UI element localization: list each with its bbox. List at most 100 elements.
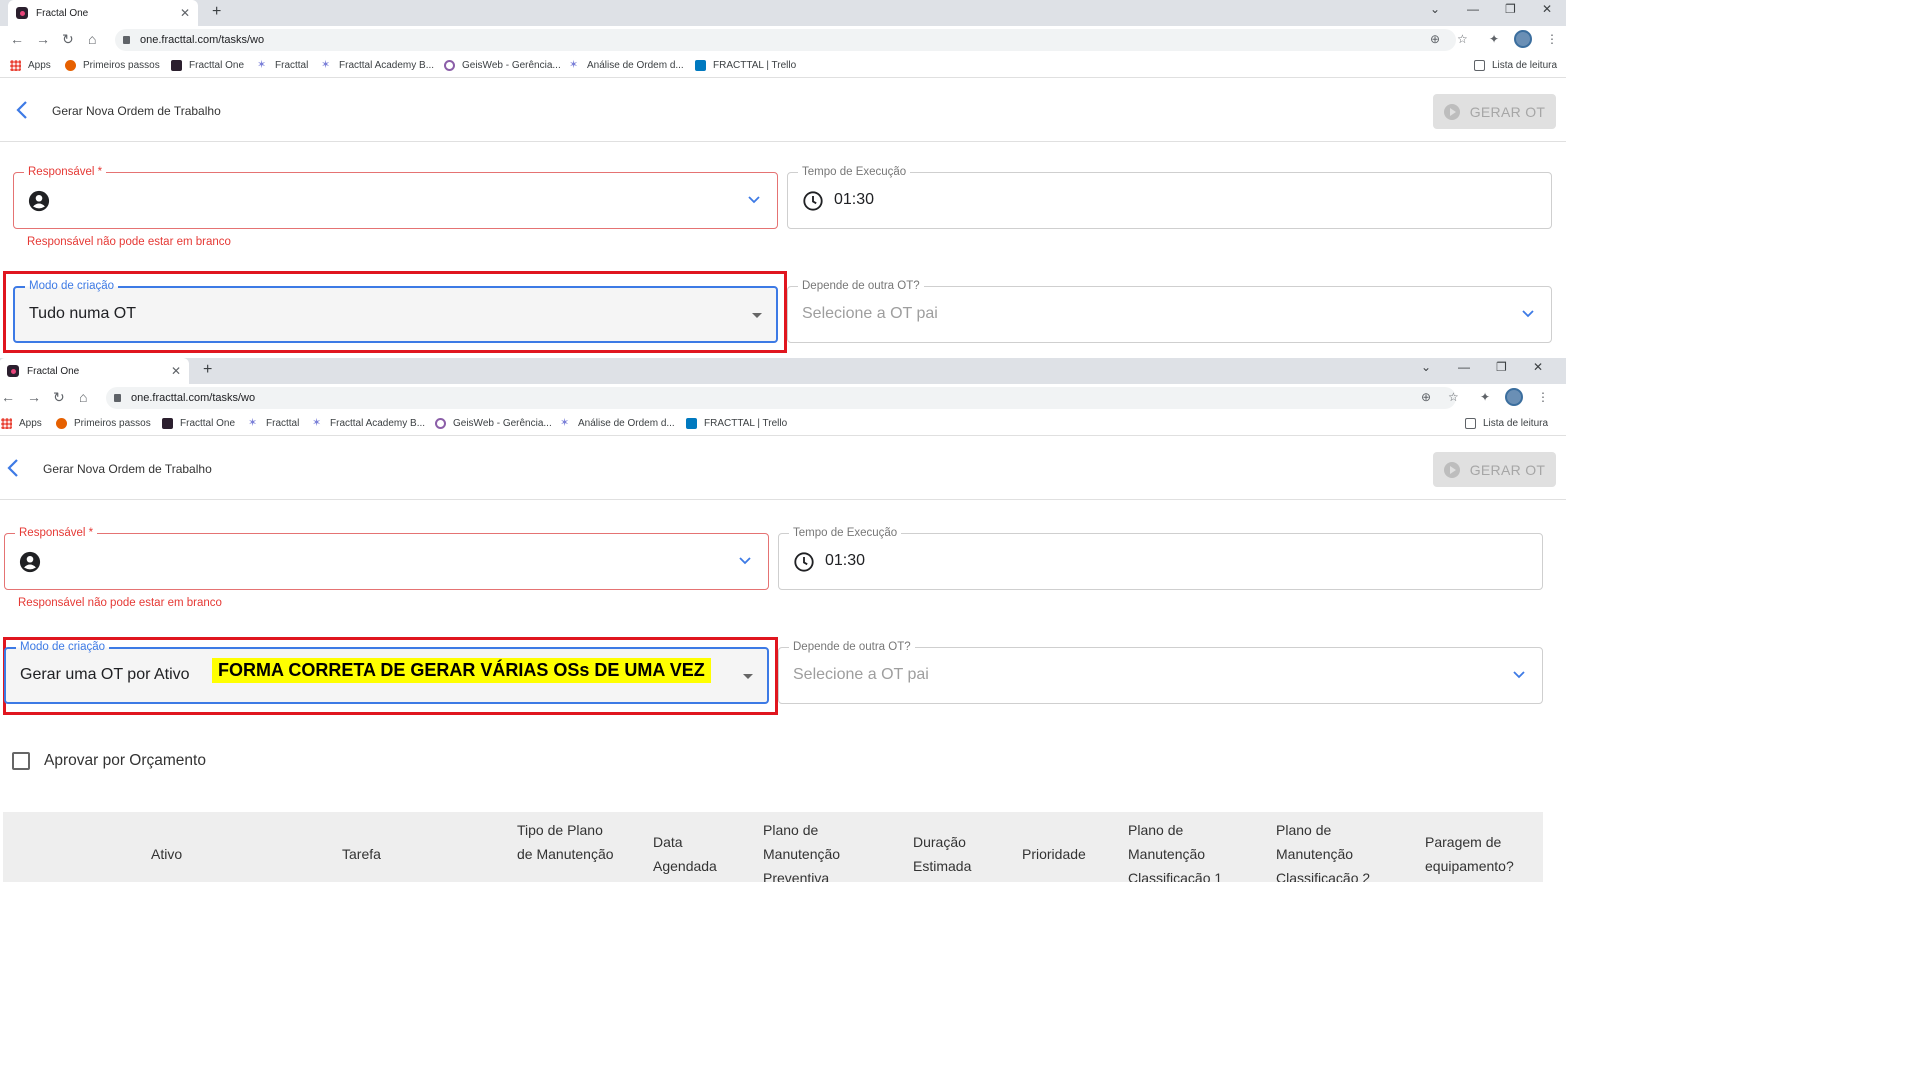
reading-list[interactable]: Lista de leitura [1465, 418, 1548, 429]
responsavel-select[interactable]: Responsável * [13, 165, 778, 229]
tempo-execucao-field[interactable]: Tempo de Execução 01:30 [778, 526, 1543, 590]
page-title: Gerar Nova Ordem de Trabalho [43, 462, 212, 476]
aprovar-orcamento-checkbox-row[interactable]: Aprovar por Orçamento [12, 752, 206, 770]
depende-ot-select[interactable]: Depende de outra OT? Selecione a OT pai [787, 279, 1552, 343]
column-header-classificacao-1[interactable]: Plano de Manutenção Classificação 1 [1128, 818, 1233, 882]
bookmark-fracttal-academy[interactable]: ✶ Fracttal Academy B... [321, 60, 434, 72]
column-header-prioridade[interactable]: Prioridade [1022, 842, 1086, 866]
back-arrow-icon[interactable]: ← [10, 31, 24, 47]
minimize-icon[interactable]: — [1458, 360, 1470, 374]
column-header-plano-preventiva[interactable]: Plano de Manutenção Preventiva [763, 818, 863, 882]
responsavel-select[interactable]: Responsável * [4, 526, 769, 590]
screenshot-bottom: Fractal One ✕ + ⌄ — ❐ ✕ ← → ↻ ⌂ one.frac… [0, 358, 1566, 882]
zoom-icon[interactable]: ⊕ [1421, 390, 1431, 404]
aprovar-orcamento-label: Aprovar por Orçamento [44, 752, 206, 769]
chevron-down-icon[interactable] [1512, 668, 1526, 682]
bookmark-primeiros-passos[interactable]: Primeiros passos [56, 418, 151, 429]
column-header-duracao[interactable]: Duração Estimada [913, 830, 983, 878]
bookmark-analise[interactable]: ✶ Análise de Ordem d... [569, 60, 684, 72]
new-tab-button[interactable]: + [212, 3, 221, 21]
aprovar-orcamento-checkbox[interactable] [12, 752, 30, 770]
fracttal-star-icon: ✶ [248, 417, 258, 429]
tempo-execucao-field[interactable]: Tempo de Execução 01:30 [787, 165, 1552, 229]
new-tab-button[interactable]: + [203, 361, 212, 379]
bookmark-fracttal-academy[interactable]: ✶ Fracttal Academy B... [312, 418, 425, 430]
bookmark-apps[interactable]: Apps [10, 60, 51, 71]
close-window-icon[interactable]: ✕ [1542, 2, 1552, 16]
profile-avatar[interactable] [1514, 30, 1532, 48]
bookmark-geisweb[interactable]: GeisWeb - Gerência... [435, 418, 552, 429]
home-icon[interactable]: ⌂ [88, 31, 96, 47]
forward-arrow-icon[interactable]: → [36, 31, 50, 47]
column-header-data-agendada[interactable]: Data Agendada [653, 830, 723, 878]
bookmark-trello[interactable]: FRACTTAL | Trello [686, 418, 787, 429]
home-icon[interactable]: ⌂ [79, 389, 87, 405]
bookmark-fracttal[interactable]: ✶ Fracttal [248, 417, 299, 430]
gerar-ot-button[interactable]: GERAR OT [1433, 452, 1556, 487]
caret-down-icon[interactable] [743, 674, 753, 679]
column-header-classificacao-2[interactable]: Plano de Manutenção Classificação 2 [1276, 818, 1381, 882]
address-bar[interactable]: one.fracttal.com/tasks/wo [106, 387, 1456, 409]
forward-arrow-icon[interactable]: → [27, 389, 41, 405]
browser-tab[interactable]: Fractal One ✕ [0, 358, 189, 384]
bookmark-fracttal-one[interactable]: Fracttal One [162, 418, 235, 429]
zoom-icon[interactable]: ⊕ [1430, 32, 1440, 46]
bookmark-apps[interactable]: Apps [1, 418, 42, 429]
bookmark-geisweb[interactable]: GeisWeb - Gerência... [444, 60, 561, 71]
tempo-execucao-value: 01:30 [834, 191, 875, 208]
gerar-ot-button[interactable]: GERAR OT [1433, 94, 1556, 129]
fracttal-star-icon: ✶ [257, 59, 267, 71]
close-tab-icon[interactable]: ✕ [171, 364, 181, 378]
firefox-icon [65, 60, 76, 71]
extensions-icon[interactable]: ✦ [1489, 32, 1499, 46]
chevron-down-icon[interactable] [1521, 307, 1535, 321]
lock-icon [114, 394, 121, 402]
back-chevron-icon[interactable] [14, 100, 30, 120]
column-header-paragem[interactable]: Paragem de equipamento? [1425, 830, 1535, 878]
bookmark-trello[interactable]: FRACTTAL | Trello [695, 60, 796, 71]
browser-tab[interactable]: Fractal One ✕ [8, 0, 198, 26]
back-chevron-icon[interactable] [5, 458, 21, 478]
column-header-tarefa[interactable]: Tarefa [342, 842, 381, 866]
url-text: one.fracttal.com/tasks/wo [131, 392, 256, 404]
bookmark-star-icon[interactable]: ☆ [1448, 390, 1459, 404]
fracttal-icon [162, 418, 173, 429]
profile-avatar[interactable] [1505, 388, 1523, 406]
app-header: Gerar Nova Ordem de Trabalho GERAR OT [0, 438, 1566, 500]
menu-kebab-icon[interactable]: ⋮ [1537, 390, 1549, 404]
responsavel-label: Responsável * [15, 526, 98, 540]
fracttal-favicon-icon [7, 365, 19, 377]
bookmark-fracttal[interactable]: ✶ Fracttal [257, 59, 308, 72]
bookmark-analise[interactable]: ✶ Análise de Ordem d... [560, 418, 675, 430]
minimize-icon[interactable]: — [1467, 2, 1479, 16]
screenshot-top: Fractal One ✕ + ⌄ — ❐ ✕ ← → ↻ ⌂ one.frac… [0, 0, 1566, 358]
chevron-down-icon[interactable] [747, 193, 761, 207]
bookmark-primeiros-passos[interactable]: Primeiros passos [65, 60, 160, 71]
close-tab-icon[interactable]: ✕ [180, 6, 190, 20]
tempo-execucao-value: 01:30 [825, 552, 866, 569]
extensions-icon[interactable]: ✦ [1480, 390, 1490, 404]
column-header-tipo-plano[interactable]: Tipo de Plano de Manutenção [517, 818, 617, 866]
tab-title: Fractal One [36, 7, 89, 19]
caret-down-icon[interactable] [752, 313, 762, 318]
address-bar[interactable]: one.fracttal.com/tasks/wo [115, 29, 1456, 51]
reload-icon[interactable]: ↻ [53, 389, 65, 406]
restore-icon[interactable]: ❐ [1505, 2, 1516, 16]
close-window-icon[interactable]: ✕ [1533, 360, 1543, 374]
tab-search-icon[interactable]: ⌄ [1421, 360, 1431, 374]
bookmark-star-icon[interactable]: ☆ [1457, 32, 1468, 46]
responsavel-label: Responsável * [24, 165, 107, 179]
menu-kebab-icon[interactable]: ⋮ [1546, 32, 1558, 46]
tempo-execucao-label: Tempo de Execução [789, 526, 902, 540]
reload-icon[interactable]: ↻ [62, 31, 74, 48]
chevron-down-icon[interactable] [738, 554, 752, 568]
tab-search-icon[interactable]: ⌄ [1430, 2, 1440, 16]
back-arrow-icon[interactable]: ← [1, 389, 15, 405]
reading-list[interactable]: Lista de leitura [1474, 60, 1557, 71]
depende-ot-label: Depende de outra OT? [798, 279, 924, 293]
restore-icon[interactable]: ❐ [1496, 360, 1507, 374]
modo-criacao-select[interactable]: Modo de criação Tudo numa OT [13, 279, 778, 343]
depende-ot-select[interactable]: Depende de outra OT? Selecione a OT pai [778, 640, 1543, 704]
column-header-ativo[interactable]: Ativo [151, 842, 182, 866]
bookmark-fracttal-one[interactable]: Fracttal One [171, 60, 244, 71]
